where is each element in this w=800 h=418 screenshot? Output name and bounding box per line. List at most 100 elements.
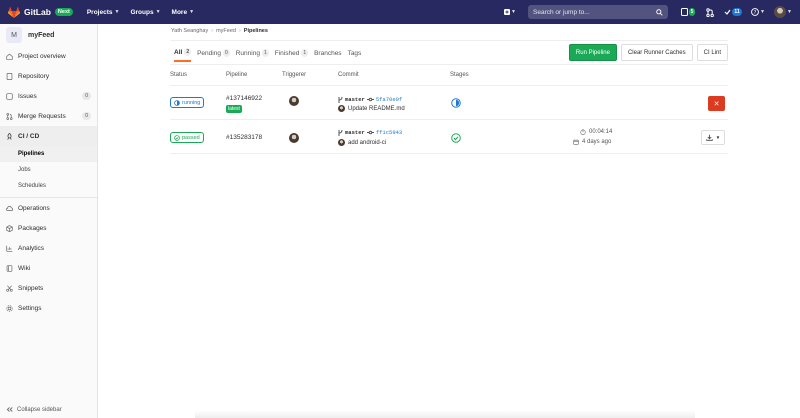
gear-icon xyxy=(6,304,13,312)
merge-requests-nav-button[interactable] xyxy=(704,6,716,18)
nav-projects[interactable]: Projects ▼ xyxy=(87,9,120,16)
sidebar-item-settings[interactable]: Settings xyxy=(0,298,97,318)
pipeline-finished-at: 4 days ago xyxy=(573,139,611,145)
chevron-down-icon: ▼ xyxy=(189,9,195,15)
stage-running-icon[interactable] xyxy=(451,98,461,108)
breadcrumb-project[interactable]: myFeed xyxy=(216,28,236,34)
search-box[interactable] xyxy=(528,5,668,19)
tanuki-icon xyxy=(8,6,20,18)
divider xyxy=(170,40,728,41)
sidebar-item-issues[interactable]: Issues 0 xyxy=(0,86,97,106)
tab-all[interactable]: All 2 xyxy=(174,48,192,62)
pipeline-tabs: All 2 Pending 0 Running 1 Finished 1 Branche… xyxy=(174,48,361,62)
avatar[interactable] xyxy=(289,133,299,143)
breadcrumb-owner[interactable]: Yath Seanghay xyxy=(171,28,208,34)
user-menu[interactable]: ▼ xyxy=(774,6,792,18)
column-header-stages: Stages xyxy=(450,72,469,78)
avatar xyxy=(338,105,345,112)
sidebar-item-packages[interactable]: Packages xyxy=(0,218,97,238)
issues-nav-button[interactable]: 5 xyxy=(680,6,696,18)
tab-finished[interactable]: Finished 1 xyxy=(275,48,309,62)
pipeline-actions: Run Pipeline Clear Runner Caches CI Lint xyxy=(568,44,728,61)
book-icon xyxy=(6,264,13,272)
merge-request-icon xyxy=(706,7,714,17)
sidebar-item-label: Project overview xyxy=(18,52,66,60)
tab-pending[interactable]: Pending 0 xyxy=(197,48,230,62)
gitlab-logo[interactable]: GitLab Next xyxy=(8,6,73,18)
nav-more-label: More xyxy=(171,8,188,16)
search-input[interactable] xyxy=(533,8,653,16)
sidebar-item-project-overview[interactable]: Project overview xyxy=(0,46,97,66)
issues-icon xyxy=(680,8,688,16)
sidebar-subitem-jobs[interactable]: Jobs xyxy=(0,162,97,178)
tab-branches[interactable]: Branches xyxy=(314,48,341,62)
sidebar-item-analytics[interactable]: Analytics xyxy=(0,238,97,258)
sidebar-item-label: Repository xyxy=(18,72,50,80)
home-icon xyxy=(6,53,13,60)
merge-requests-count: 0 xyxy=(82,112,91,120)
search-icon xyxy=(656,8,663,16)
tab-label: All xyxy=(174,48,183,56)
nav-more[interactable]: More ▼ xyxy=(172,9,194,16)
cloud-icon xyxy=(6,205,13,211)
sidebar-item-operations[interactable]: Operations xyxy=(0,198,97,218)
download-artifacts-button[interactable]: ▼ xyxy=(701,130,725,145)
download-icon xyxy=(706,134,713,141)
tab-label: Pending xyxy=(197,49,221,57)
tab-running[interactable]: Running 1 xyxy=(236,48,269,62)
commit-sha-link[interactable]: 5fa70e0f xyxy=(376,96,402,103)
sidebar-item-label: Operations xyxy=(18,204,50,212)
column-header-status: Status xyxy=(170,72,188,78)
sidebar-item-ci-cd[interactable]: CI / CD xyxy=(0,126,97,146)
cancel-pipeline-button[interactable]: ✕ xyxy=(708,96,725,111)
branch-link[interactable]: master xyxy=(345,129,365,136)
collapse-sidebar-label: Collapse sidebar xyxy=(17,406,62,413)
avatar[interactable] xyxy=(289,96,299,106)
pipeline-id-link[interactable]: #137146922 xyxy=(226,95,262,102)
avatar xyxy=(338,139,345,146)
branch-link[interactable]: master xyxy=(345,96,365,103)
status-badge[interactable]: passed xyxy=(170,132,204,143)
commit-title-link[interactable]: Update README.md xyxy=(348,106,405,112)
clear-runner-caches-button[interactable]: Clear Runner Caches xyxy=(620,44,693,61)
tab-tags[interactable]: Tags xyxy=(348,48,362,62)
pipeline-id-link[interactable]: #135283178 xyxy=(226,134,262,141)
sidebar-item-merge-requests[interactable]: Merge Requests 0 xyxy=(0,106,97,126)
sidebar-item-wiki[interactable]: Wiki xyxy=(0,258,97,278)
issues-count: 0 xyxy=(82,92,91,100)
sidebar-item-label: CI / CD xyxy=(18,132,40,140)
chevron-right-icon: › xyxy=(211,28,214,34)
project-header[interactable]: M myFeed xyxy=(0,24,97,46)
status-label: running xyxy=(182,99,201,106)
chevron-down-icon: ▼ xyxy=(760,9,765,15)
tab-count: 2 xyxy=(184,48,192,56)
ci-lint-button[interactable]: CI Lint xyxy=(696,44,728,61)
sidebar-item-snippets[interactable]: Snippets xyxy=(0,278,97,298)
commit-sha-link[interactable]: ff1c5943 xyxy=(376,129,402,136)
help-button[interactable]: ? ▼ xyxy=(750,6,766,18)
commit-ref: master 5fa70e0f xyxy=(338,96,402,103)
question-icon: ? xyxy=(751,8,759,16)
sidebar-subitem-pipelines[interactable]: Pipelines xyxy=(0,146,97,162)
rocket-icon xyxy=(7,132,12,140)
commit-title-link[interactable]: add android-ci xyxy=(348,140,386,146)
nav-groups[interactable]: Groups ▼ xyxy=(130,9,160,16)
tab-label: Running xyxy=(235,49,260,57)
sidebar-item-label: Packages xyxy=(18,224,47,232)
todo-icon xyxy=(724,9,731,15)
collapse-sidebar-button[interactable]: Collapse sidebar xyxy=(6,406,62,413)
table-row: passed #135283178 master ff1c5943 add an… xyxy=(170,120,728,154)
double-chevron-left-icon xyxy=(6,407,13,412)
merge-icon xyxy=(6,112,13,120)
todos-nav-button[interactable]: 11 xyxy=(724,6,742,18)
chevron-down-icon: ▼ xyxy=(787,9,792,15)
todos-count: 11 xyxy=(732,8,742,16)
run-pipeline-button[interactable]: Run Pipeline xyxy=(568,44,617,61)
duration-value: 00:04:14 xyxy=(589,129,613,135)
stage-passed-icon[interactable] xyxy=(451,133,461,143)
new-item-button[interactable]: ▼ xyxy=(504,6,516,18)
status-badge[interactable]: running xyxy=(170,97,205,108)
sidebar-item-repository[interactable]: Repository xyxy=(0,66,97,86)
breadcrumb-current[interactable]: Pipelines xyxy=(244,28,268,34)
sidebar-subitem-schedules[interactable]: Schedules xyxy=(0,178,97,194)
